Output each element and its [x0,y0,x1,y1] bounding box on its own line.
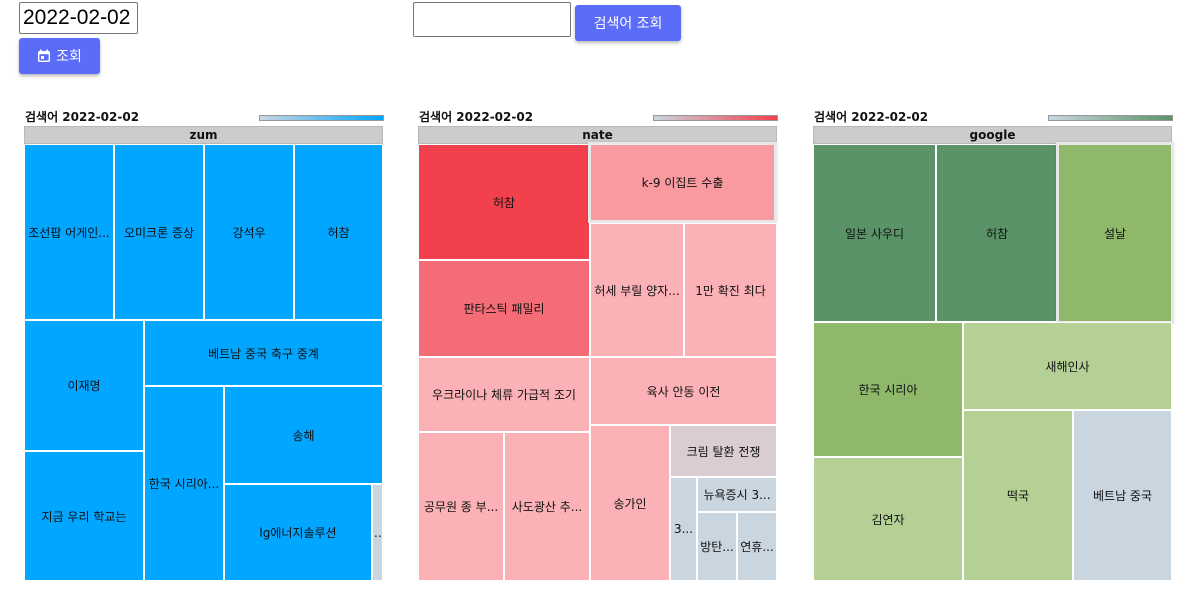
treemap-tile[interactable]: 오미크론 증상 [114,144,204,320]
tile-label: 설날 [1103,226,1127,241]
treemap-tile[interactable]: 송해 [224,386,383,484]
tile-label: .. [374,525,382,540]
tile-label: 뉴욕증시 3... [703,488,771,502]
tile-label: 김연자 [871,512,905,527]
treemap-tile[interactable]: lg에너지솔루션 [224,484,372,581]
tile-label: 방탄... [700,540,734,554]
treemap-tile[interactable]: 방탄... [697,512,737,581]
treemap-tile[interactable]: 설날 [1056,142,1174,324]
query-button[interactable]: 조회 [19,38,100,74]
tile-label: 이재명 [67,379,101,393]
chart-header: zum [24,126,383,144]
treemap-tile[interactable]: 허참 [936,144,1058,322]
treemap-tile[interactable]: 일본 사우디 [813,144,936,322]
tile-label: 허참 [327,225,350,240]
treemap-tile[interactable]: 공무원 종 부... [418,432,504,581]
tile-label: 3... [673,522,694,536]
tile-label: lg에너지솔루션 [259,526,337,540]
tile-label: 조선팝 어게인... [28,225,110,240]
color-legend [653,115,778,121]
treemap-tile[interactable]: 사도광산 추... [504,432,590,581]
search-keyword-button-label: 검색어 조회 [593,16,663,32]
tile-label: 허세 부릴 양자... [594,283,680,298]
calendar-icon [38,49,51,62]
tile-label: 판타스틱 패밀리 [463,302,545,316]
tile-label: 육사 안동 이전 [646,384,721,399]
treemap-tile[interactable]: 뉴욕증시 3... [697,477,777,512]
treemap-tile[interactable]: 강석우 [204,144,294,320]
treemap-tile[interactable]: 떡국 [963,410,1073,581]
tile-label: 허참 [492,195,516,210]
search-input[interactable] [413,2,571,37]
tile-label: 베트남 중국 축구 중계 [208,346,319,361]
tile-label: 베트남 중국 [1092,489,1152,503]
treemap-tile[interactable]: 한국 시리아... [144,386,224,581]
tile-label: 강석우 [232,225,266,240]
treemap-tile[interactable]: 허참 [294,144,383,320]
date-input[interactable]: 2022-02-02 [19,2,138,34]
treemap-tile[interactable]: 우크라이나 체류 가급적 조기 [418,357,590,432]
tile-label: 사도광산 추... [511,500,583,514]
tile-label: 1만 확진 최다 [695,283,766,298]
tile-label: 우크라이나 체류 가급적 조기 [432,388,576,402]
treemap-tile[interactable]: 연휴... [737,512,777,581]
tile-label: 일본 사우디 [844,226,904,241]
treemap-tile[interactable]: 허참 [418,144,590,260]
chart-title: 검색어 2022-02-02 [814,110,929,124]
color-legend [259,115,384,121]
color-legend [1048,115,1173,121]
tile-label: 연휴... [740,540,774,554]
tile-label: 오미크론 증상 [123,225,195,240]
chart-title: 검색어 2022-02-02 [419,110,534,124]
tile-label: 지금 우리 학교는 [41,509,127,524]
tile-label: 한국 시리아 [858,383,918,397]
treemap-tile[interactable]: 베트남 중국 축구 중계 [144,320,383,386]
tile-label: 크림 탈환 전쟁 [686,444,761,459]
query-button-label: 조회 [56,49,82,65]
treemap-tile[interactable]: 크림 탈환 전쟁 [670,425,777,477]
treemap-tile[interactable]: .. [372,484,383,581]
chart-title: 검색어 2022-02-02 [25,110,140,124]
tile-label: k-9 이집트 수출 [641,176,724,190]
tile-label: 새해인사 [1045,359,1090,374]
treemap-tile[interactable]: 허세 부릴 양자... [590,223,684,357]
tile-label: 송가인 [613,496,647,511]
treemap-tile[interactable]: 한국 시리아 [813,322,963,457]
tile-label: 허참 [985,226,1009,241]
treemap-tile[interactable]: k-9 이집트 수출 [588,142,777,223]
treemap-tile[interactable]: 이재명 [24,320,144,451]
treemap-tile[interactable]: 베트남 중국 [1073,410,1172,581]
treemap-tile[interactable]: 새해인사 [963,322,1172,410]
search-keyword-button[interactable]: 검색어 조회 [575,5,681,41]
treemap-tile[interactable]: 3... [670,477,697,581]
tile-label: 공무원 종 부... [423,500,499,514]
treemap-tile[interactable]: 판타스틱 패밀리 [418,260,590,357]
treemap-tile[interactable]: 조선팝 어게인... [24,144,114,320]
tile-label: 떡국 [1006,489,1030,503]
treemap-tile[interactable]: 김연자 [813,457,963,581]
tile-label: 한국 시리아... [148,477,220,491]
tile-label: 송해 [292,428,315,443]
treemap-tile[interactable]: 1만 확진 최다 [684,223,777,357]
treemap-tile[interactable]: 육사 안동 이전 [590,357,777,425]
treemap-tile[interactable]: 지금 우리 학교는 [24,451,144,581]
treemap-tile[interactable]: 송가인 [590,425,670,581]
